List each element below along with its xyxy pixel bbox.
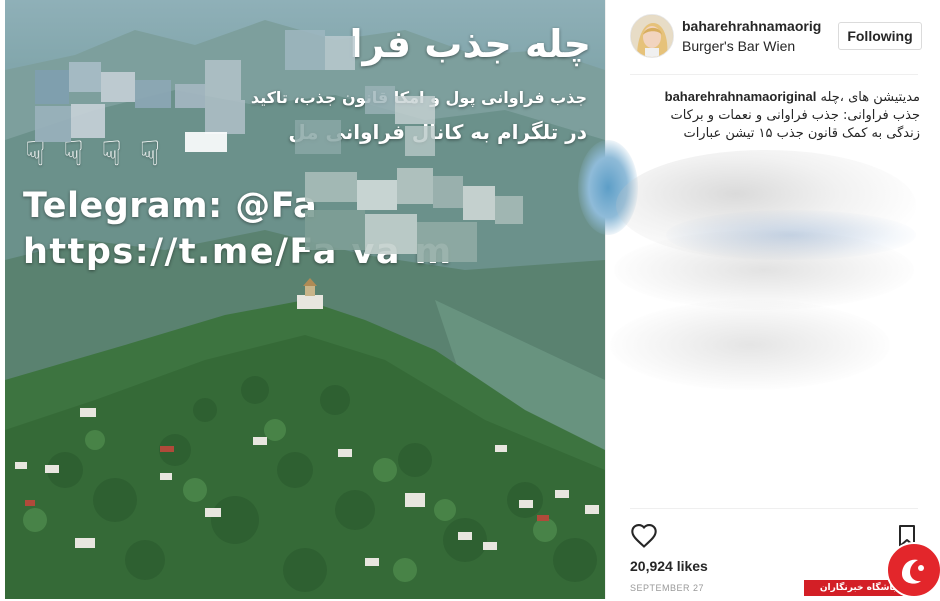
post-location[interactable]: Burger's Bar Wien xyxy=(682,38,795,54)
post-date[interactable]: SEPTEMBER 27 xyxy=(630,583,704,593)
post-image[interactable]: چله جذب فرا جذب فراوانی پول و امکا قانون… xyxy=(5,0,605,599)
caption-text-line3: زندگی به کمک قانون جذب ۱۵ تیشن عبارات xyxy=(683,126,920,141)
header-divider xyxy=(630,74,918,75)
profile-photo-icon xyxy=(631,15,673,57)
avatar[interactable] xyxy=(630,14,674,58)
caption-username[interactable]: baharehrahnamaoriginal xyxy=(665,89,817,104)
watermark-logo-icon xyxy=(886,542,940,598)
caption-text-line2: جذب فراوانی: جذب فراوانی و نعمات و برکات xyxy=(670,108,920,123)
post-details-panel: baharehrahnamaoriginal Burger's Bar Wien… xyxy=(578,0,940,599)
heart-icon[interactable] xyxy=(630,522,658,550)
image-telegram-text: Telegram: @Fa xyxy=(23,186,318,226)
image-title-text: چله جذب فرا xyxy=(349,22,591,66)
following-button[interactable]: Following xyxy=(838,22,922,50)
post-author-username[interactable]: baharehrahnamaoriginal xyxy=(682,18,822,34)
actions-divider xyxy=(630,508,918,509)
caption-text-line1: مدیتیشن های ،چله xyxy=(820,90,920,105)
likes-count[interactable]: 20,924 likes xyxy=(630,558,708,574)
